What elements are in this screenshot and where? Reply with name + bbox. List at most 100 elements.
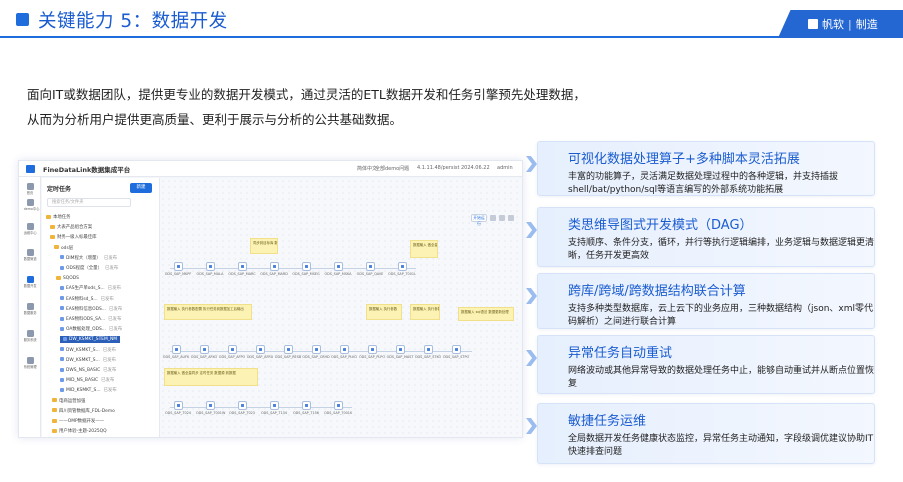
dag-node[interactable]: ODS_SAP_T001L — [388, 262, 416, 284]
canvas-note[interactable]: 数据输入 做全量同步 定时任务 数据源 到数据 — [164, 368, 258, 386]
dag-node[interactable]: ODS_SAP_CRHD — [302, 345, 330, 367]
tree-task[interactable]: EAS物料sd_S... 已发布 — [60, 296, 114, 303]
tree-task[interactable]: DW_KSMKT_STEM_NM — [60, 336, 121, 344]
tree-folder[interactable]: 四川资管数据库_FDL-Demo — [52, 408, 115, 415]
tree-folder[interactable]: 本地任务 — [46, 214, 71, 221]
dag-node[interactable]: ODS_SAP_MARC — [228, 262, 256, 284]
tree-item-status: 已发布 — [101, 378, 115, 384]
tree-task[interactable]: EAS物料ODS_SA... 已发布 — [60, 316, 121, 323]
feature-title: 可视化数据处理算子+多种脚本灵活拓展 — [568, 152, 800, 167]
canvas-note[interactable]: 数据输入 执行参数 — [410, 304, 440, 320]
tree-folder[interactable]: 用户体验-主题-2025QQ — [52, 428, 107, 435]
folder-icon — [52, 408, 57, 413]
tree-folder[interactable]: SQODS — [56, 275, 79, 282]
task-icon — [60, 285, 64, 290]
run-button[interactable]: 开始运行 — [471, 214, 487, 226]
tree-folder[interactable]: 财务一级入标最佳库 — [50, 234, 97, 241]
dag-node[interactable]: ODS_SAP_RESB — [274, 345, 302, 367]
canvas-note[interactable]: 同步到目标库 数据源同步 — [250, 238, 278, 254]
tree-item-label: EAS物料信息ODS... — [66, 306, 106, 312]
intro-line-1: 面向IT或数据团队，提供更专业的数据开发模式，通过灵活的ETL数据开发和任务引擎… — [27, 87, 586, 102]
account-menu[interactable]: admin — [497, 165, 513, 171]
dag-node[interactable]: ODS_SAP_T156 — [292, 401, 320, 423]
node-label: ODS_SAP_T001W — [196, 411, 226, 415]
dag-node[interactable]: ODS_SAP_T134 — [260, 401, 288, 423]
node-label: ODS_SAP_MSEG — [292, 272, 320, 276]
tree-folder[interactable]: ods层 — [54, 245, 73, 252]
feature-card: 可视化数据处理算子+多种脚本灵活拓展 丰富的功能算子，灵活满足数据处理过程中的各… — [526, 141, 875, 196]
tree-task[interactable]: DW_KSMKT_S... 已发布 — [60, 357, 116, 364]
dag-node[interactable]: ODS_SAP_T024 — [164, 401, 192, 423]
tree-folder[interactable]: 电商运营加强 — [52, 398, 85, 405]
dag-node[interactable]: ODS_SAP_T023 — [228, 401, 256, 423]
zoom-out-icon[interactable] — [499, 215, 505, 221]
dag-node[interactable]: ODS_SAP_AFRU — [246, 345, 274, 367]
tree-item-status: 已发布 — [103, 368, 117, 373]
node-type-icon — [301, 401, 311, 410]
dag-node[interactable]: ODS_SAP_MKPF — [164, 262, 192, 284]
canvas-note[interactable]: 数据输入 执行参数配置 执行任务到数据加工后输出 — [164, 304, 252, 320]
feature-card: 类思维导图式开发模式（DAG） 支持顺序、条件分支，循环，并行等执行逻辑编排，业… — [526, 207, 875, 267]
tree-folder[interactable]: ——OMP数据开发—— — [52, 418, 104, 425]
page-title: 关键能力 5：数据开发 — [38, 11, 228, 32]
demo-group-link[interactable]: 全部demo问题 — [375, 165, 409, 172]
tree-item-status: 已发布 — [107, 286, 121, 292]
canvas-note[interactable]: 数据输入 做全量同步 定时任务数据源 — [410, 240, 438, 258]
dag-node[interactable]: ODS_SAP_MSEG — [292, 262, 320, 284]
dag-node[interactable]: ODS_SAP_MARD — [260, 262, 288, 284]
title-marker — [16, 13, 29, 26]
nav-item-settings[interactable]: 系统管理 — [23, 357, 37, 370]
folder-icon — [52, 398, 57, 403]
dag-node[interactable]: ODS_SAP_QAVE — [356, 262, 384, 284]
app-title: FineDataLink数据集成平台 — [43, 166, 131, 174]
tree-folder[interactable]: 大表产品组合方案 — [50, 224, 92, 231]
nav-item-system[interactable]: 服务系统 — [23, 330, 37, 343]
nav-item-ops[interactable]: 运维中心 — [23, 223, 37, 236]
canvas-note[interactable]: 数据输入 sql语法 数据更新处理 — [458, 307, 514, 321]
dag-node[interactable]: ODS_SAP_AFKO — [190, 345, 218, 367]
slide: 关键能力 5：数据开发 帆软 | 制造 面向IT或数据团队，提供更专业的数据开发… — [0, 0, 903, 482]
dag-node[interactable]: ODS_SAP_STKO — [414, 345, 442, 367]
tree-item-label: OA数据处理_ODS... — [66, 327, 106, 333]
dag-node[interactable]: ODS_SAP_T001K — [324, 401, 352, 423]
dag-node[interactable]: ODS_SAP_T001W — [196, 401, 226, 423]
dag-node[interactable]: ODS_SAP_PLPO — [358, 345, 386, 367]
dag-node[interactable]: ODS_SAP_MSKA — [324, 262, 352, 284]
nav-item-demo[interactable]: demo中心 — [23, 199, 39, 212]
tree-task[interactable]: EAS生产单ods_S... 已发布 — [60, 285, 121, 292]
tree-task[interactable]: DW_KSMKT_S... 已发布 — [60, 347, 116, 354]
canvas-note[interactable]: 数据输入 执行参数 — [366, 304, 402, 320]
node-label: ODS_SAP_QAVE — [356, 272, 384, 276]
nav-item-pipeline[interactable]: 数据管道 — [23, 249, 37, 262]
dag-node[interactable]: ODS_SAP_MALA — [196, 262, 224, 284]
nav-item-service[interactable]: 数据服务 — [23, 303, 37, 316]
fit-icon[interactable] — [508, 215, 514, 221]
tree-item-label: 大表产品组合方案 — [57, 225, 93, 231]
tree-search-input[interactable]: 搜索任务/文件夹 — [47, 198, 131, 207]
tree-item-label: SQODS — [63, 276, 79, 282]
dag-canvas[interactable]: 开始运行 ODS_SAP_MKPF ODS_SAP_MALA ODS_SAP_MAR… — [160, 178, 522, 437]
tree-task[interactable]: MID_KSMKT_S... 已发布 — [60, 387, 117, 394]
node-label: ODS_SAP_RESB — [274, 355, 302, 359]
dag-node[interactable]: ODS_SAP_MAST — [386, 345, 414, 367]
new-task-button[interactable]: 新建 — [130, 183, 152, 193]
language-select[interactable]: 简体中文 — [357, 165, 377, 172]
feature-title: 敏捷任务运维 — [568, 414, 647, 429]
tree-task[interactable]: ODS程度（全量） 已发布 — [60, 265, 118, 272]
tree-task[interactable]: OA数据处理_ODS... 已发布 — [60, 326, 122, 333]
tree-task[interactable]: DIM程大（增量） 已发布 — [60, 255, 117, 262]
dag-node[interactable]: ODS_SAP_PLKO — [330, 345, 358, 367]
tree-item-label: 四川资管数据库_FDL-Demo — [59, 408, 115, 414]
nav-item-dev[interactable]: 数据开发 — [23, 276, 37, 289]
zoom-in-icon[interactable] — [490, 215, 496, 221]
tree-task[interactable]: MID_NS_BASIC 已发布 — [60, 377, 114, 384]
tree-task[interactable]: DWS_NS_BASIC 已发布 — [60, 367, 116, 374]
task-icon — [60, 347, 64, 352]
dag-node[interactable]: ODS_SAP_STPO — [442, 345, 470, 367]
dag-node[interactable]: ODS_SAP_AUFK — [162, 345, 190, 367]
node-label: ODS_SAP_MSKA — [324, 272, 352, 276]
dag-node[interactable]: ODS_SAP_AFPO — [218, 345, 246, 367]
nav-item-home[interactable]: 首页 — [23, 183, 37, 196]
brand-name: 帆软 — [822, 18, 844, 31]
tree-task[interactable]: EAS物料信息ODS... 已发布 — [60, 306, 122, 313]
